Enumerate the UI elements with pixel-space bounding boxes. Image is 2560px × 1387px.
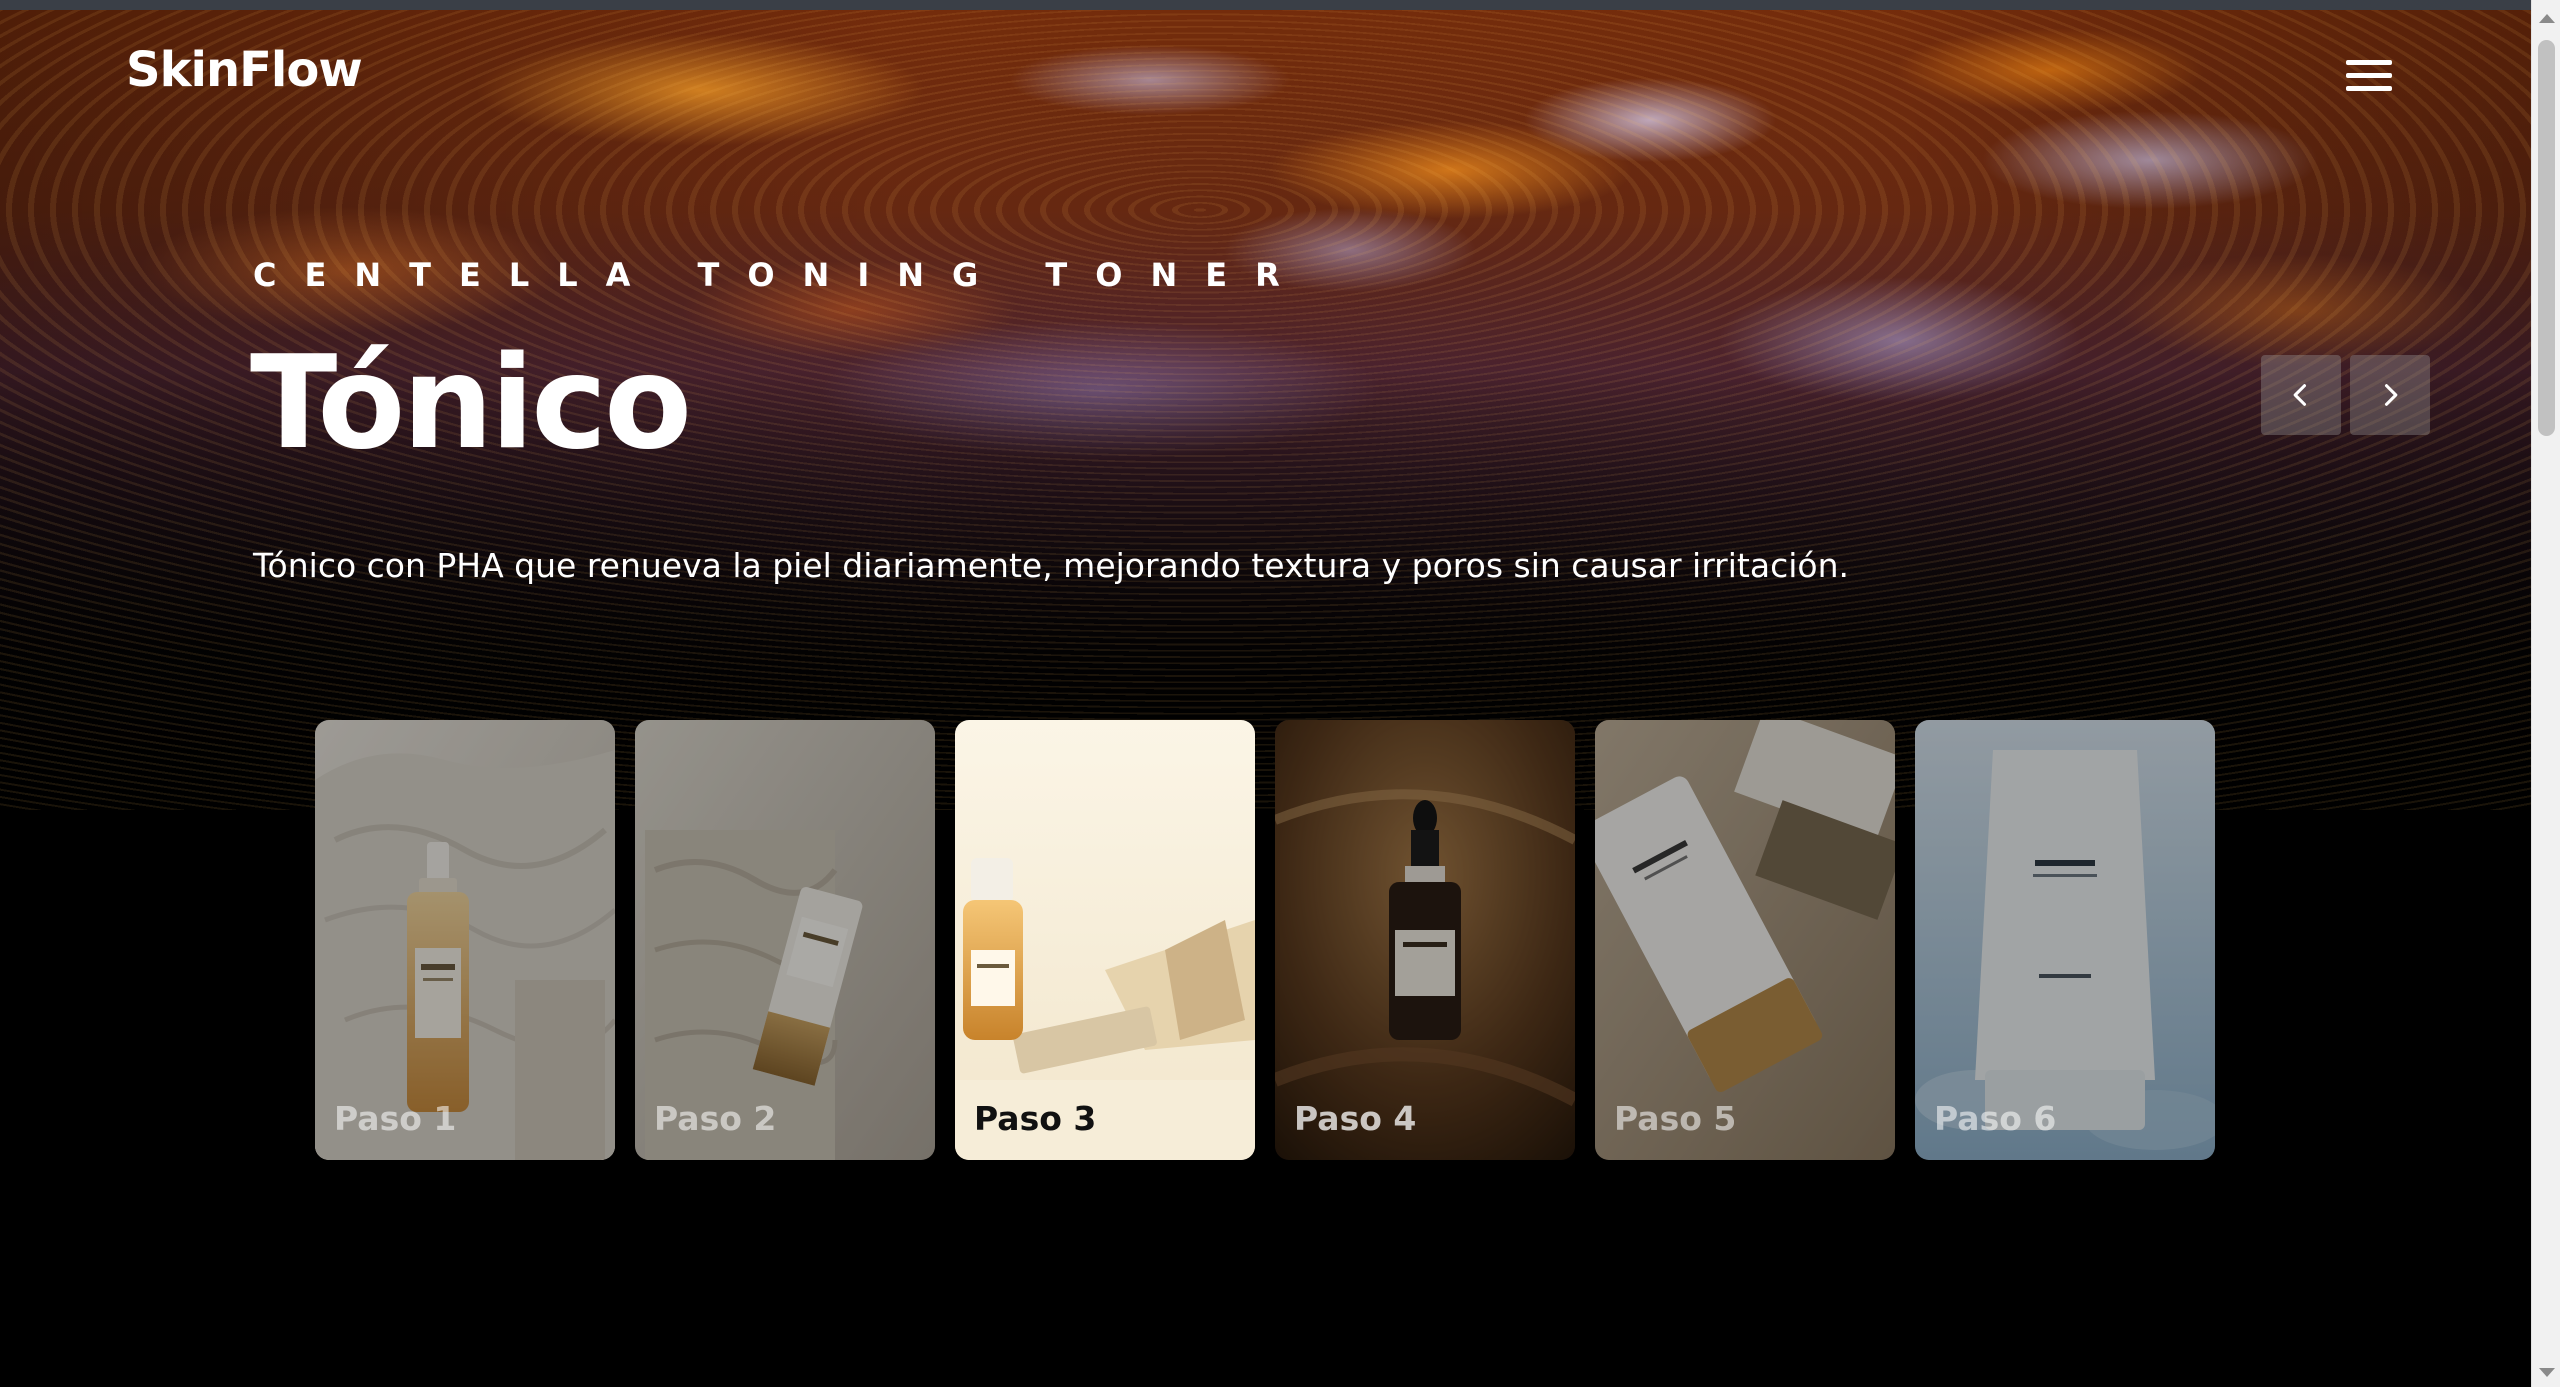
hamburger-menu-icon[interactable] — [2346, 58, 2394, 98]
step-card-5[interactable]: Paso 5 — [1595, 720, 1895, 1160]
step-label: Paso 6 — [1934, 1099, 2057, 1138]
step-label: Paso 4 — [1294, 1099, 1417, 1138]
step-label: Paso 5 — [1614, 1099, 1737, 1138]
brand-logo[interactable]: SkinFlow — [126, 42, 363, 98]
scrollbar-thumb[interactable] — [2538, 40, 2555, 436]
step-card-6[interactable]: Paso 6 — [1915, 720, 2215, 1160]
toner-image — [955, 720, 1255, 1160]
step-label: Paso 1 — [334, 1099, 457, 1138]
browser-top-edge — [0, 0, 2531, 10]
step-label: Paso 3 — [974, 1099, 1097, 1138]
hero-title: Tónico — [250, 329, 692, 478]
step-card-3[interactable]: Paso 3 — [955, 720, 1255, 1160]
previous-button[interactable] — [2261, 355, 2341, 435]
step-card-4[interactable]: Paso 4 — [1275, 720, 1575, 1160]
chevron-left-icon — [2293, 384, 2307, 406]
slider-navigation — [2261, 355, 2430, 435]
step-card-1[interactable]: Paso 1 — [315, 720, 615, 1160]
page: SkinFlow CENTELLA TONING TONER Tónico Tó… — [0, 0, 2531, 1387]
scroll-up-arrow-icon[interactable] — [2539, 14, 2555, 23]
scroll-down-arrow-icon[interactable] — [2539, 1368, 2555, 1377]
step-label: Paso 2 — [654, 1099, 777, 1138]
step-cards: Paso 1 Paso 2 Paso 3 Paso 4 Paso 5 Paso … — [315, 720, 2215, 1160]
hero-description: Tónico con PHA que renueva la piel diari… — [253, 546, 1849, 585]
next-button[interactable] — [2350, 355, 2430, 435]
hero-subtitle: CENTELLA TONING TONER — [253, 256, 1308, 294]
step-card-2[interactable]: Paso 2 — [635, 720, 935, 1160]
vertical-scrollbar[interactable] — [2531, 0, 2560, 1387]
chevron-right-icon — [2384, 384, 2398, 406]
